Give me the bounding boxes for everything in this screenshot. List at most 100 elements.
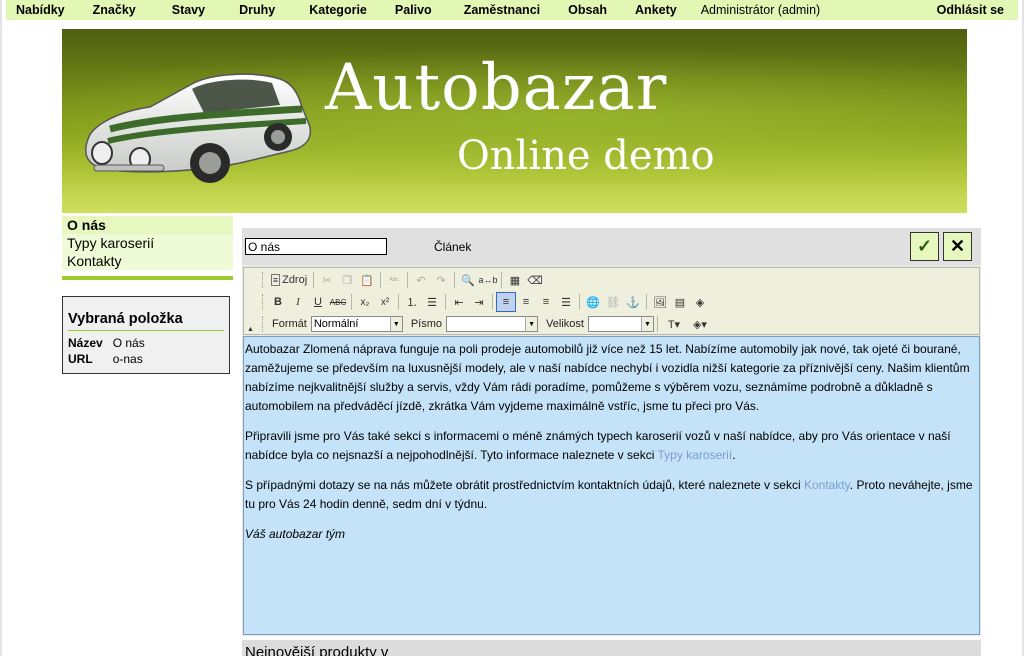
font-label: Písmo [410,318,443,330]
title-input[interactable] [245,238,387,255]
format-select[interactable]: Normální ▼ [310,316,403,332]
collapse-toolbar-icon[interactable]: ▲ [247,326,254,333]
cut-icon[interactable]: ✂ [317,270,337,290]
content-signature: Váš autobazar tým [245,527,346,541]
selected-item-box: Vybraná položka Název O nás URL o-nas [62,296,230,374]
format-value: Normální [313,318,359,330]
sidebar-item-kontakty[interactable]: Kontakty [62,252,233,270]
nav-item-druhy[interactable]: Druhy [215,0,285,20]
paragraph-2-end: . [732,448,736,462]
logout-link[interactable]: Odhlásit se [927,0,1018,20]
car-illustration [84,73,312,183]
editor-content[interactable]: Autobazar Zlomená náprava funguje na pol… [243,336,980,635]
text-color-icon[interactable]: T▾ [661,314,687,334]
content-paragraph-3: S případnými dotazy se na nás můžete obr… [245,476,977,514]
separator [398,294,399,310]
nav-item-kategorie[interactable]: Kategorie [285,0,377,20]
select-all-icon[interactable]: ▦ [505,270,525,290]
content-signature-wrap: Váš autobazar tým [245,525,977,544]
align-justify-icon[interactable]: ☰ [556,292,576,312]
url-value: o-nas [112,352,143,366]
flash-icon[interactable]: ◈ [690,292,710,312]
admin-user-label: Administrátor (admin) [700,3,821,17]
site-subtitle: Online demo [457,133,715,179]
font-select[interactable]: ▼ [446,316,539,332]
separator [501,272,502,288]
nav-item-znacky[interactable]: Značky [75,0,146,20]
toolbar-grip [262,272,265,288]
align-center-icon[interactable]: ≡ [516,292,536,312]
format-combo: Formát Normální ▼ [268,316,403,332]
sidebar-nav: O nás Typy karoserií Kontakty [62,216,233,280]
nav-item-palivo[interactable]: Palivo [377,0,442,20]
redo-icon[interactable]: ↷ [431,270,451,290]
sidebar-item-typy-karoserii[interactable]: Typy karoserií [62,234,233,252]
selected-item-details: Název O nás URL o-nas [68,335,155,367]
link-icon[interactable]: 🌐 [583,292,603,312]
superscript-icon[interactable]: x² [375,292,395,312]
separator [492,294,493,310]
separator [445,294,446,310]
remove-format-icon[interactable]: ⌫ [525,270,545,290]
source-label: Zdroj [282,274,308,286]
find-icon[interactable]: 🔍 [458,270,478,290]
copy-icon[interactable]: ❐ [337,270,357,290]
numbered-list-icon[interactable]: ⒈ [402,292,422,312]
size-label: Velikost [546,318,584,330]
subscript-icon[interactable]: x₂ [355,292,375,312]
editor-panel: Článek ✓ ✕ ≡ Zdroj ✂ ❐ 📋 ᴬᴮᶜ ↶ ↷ 🔍 a↔b ▦ [242,228,981,636]
close-button[interactable]: ✕ [943,232,972,261]
indent-icon[interactable]: ⇥ [469,292,489,312]
nav-item-ankety[interactable]: Ankety [617,0,687,20]
italic-icon[interactable]: I [288,292,308,312]
replace-icon[interactable]: a↔b [478,270,498,290]
content-type-label: Článek [434,240,472,254]
separator [646,294,647,310]
unlink-icon[interactable]: ⛓ [603,292,623,312]
editor-header: Článek ✓ ✕ [242,228,981,265]
image-icon[interactable]: 🖼 [650,292,670,312]
confirm-button[interactable]: ✓ [910,232,939,261]
paragraph-3-text: S případnými dotazy se na nás můžete obr… [245,478,804,492]
source-button[interactable]: ≡ Zdroj [268,270,310,290]
nav-item-obsah[interactable]: Obsah [550,0,617,20]
separator [351,294,352,310]
source-icon: ≡ [270,274,281,286]
separator [313,272,314,288]
align-left-icon[interactable]: ≡ [496,292,516,312]
paragraph-2-text: Připravili jsme pro Vás také sekci s inf… [245,429,951,462]
format-label: Formát [272,318,307,330]
paste-icon[interactable]: 📋 [357,270,377,290]
name-label: Název [68,336,103,350]
nav-item-nabidky[interactable]: Nabídky [6,0,75,20]
content-paragraph-2: Připravili jsme pro Vás také sekci s inf… [245,427,977,465]
outdent-icon[interactable]: ⇤ [449,292,469,312]
underline-icon[interactable]: U [308,292,328,312]
anchor-icon[interactable]: ⚓ [623,292,643,312]
separator [579,294,580,310]
undo-icon[interactable]: ↶ [411,270,431,290]
background-color-icon[interactable]: ◈▾ [687,314,713,334]
strikethrough-icon[interactable]: ABC [328,292,348,312]
link-typy-karoserii[interactable]: Typy karoserií [657,448,732,462]
separator [407,272,408,288]
size-combo: Velikost ▼ [542,316,654,332]
toolbar-row-1: ≡ Zdroj ✂ ❐ 📋 ᴬᴮᶜ ↶ ↷ 🔍 a↔b ▦ ⌫ [262,270,545,290]
bold-icon[interactable]: B [268,292,288,312]
nav-item-stavy[interactable]: Stavy [146,0,215,20]
size-select[interactable]: ▼ [587,316,654,332]
sidebar-item-o-nas[interactable]: O nás [62,216,233,234]
editor-toolbar: ≡ Zdroj ✂ ❐ 📋 ᴬᴮᶜ ↶ ↷ 🔍 a↔b ▦ ⌫ B I U AB… [243,267,980,335]
url-label: URL [68,352,93,366]
nav-item-zamestnanci[interactable]: Zaměstnanci [442,0,550,20]
newest-products-heading: Nejnovější produkty v [242,640,981,656]
selected-item-heading: Vybraná položka [68,311,224,331]
table-icon[interactable]: ▤ [670,292,690,312]
toolbar-grip [262,316,265,332]
header-banner: Autobazar Online demo [62,29,967,213]
bulleted-list-icon[interactable]: ☰ [422,292,442,312]
top-navigation: Nabídky Značky Stavy Druhy Kategorie Pal… [6,0,1018,20]
align-right-icon[interactable]: ≡ [536,292,556,312]
link-kontakty[interactable]: Kontakty [804,478,850,492]
spellcheck-icon[interactable]: ᴬᴮᶜ [384,270,404,290]
